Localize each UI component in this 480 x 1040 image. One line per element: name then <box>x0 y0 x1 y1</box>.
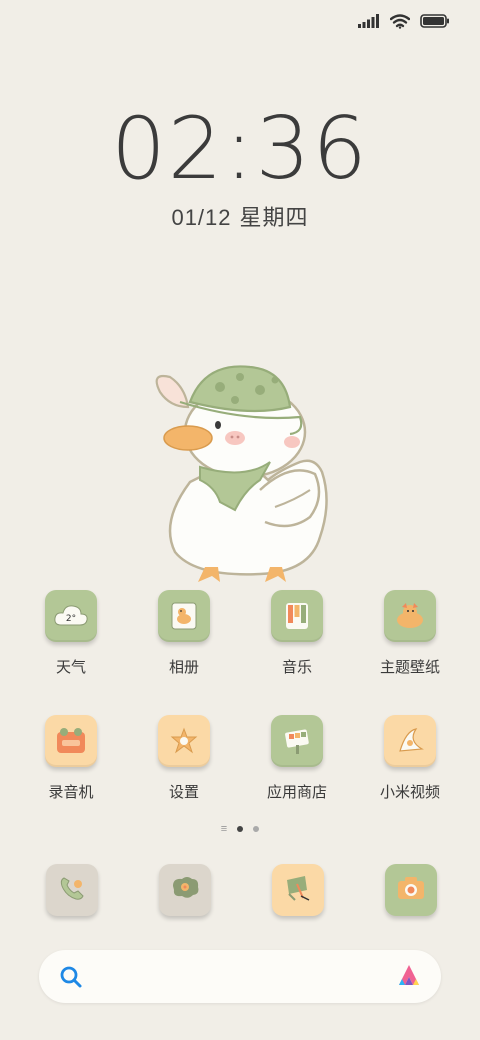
dock-messages[interactable] <box>159 864 211 916</box>
menu-lines-icon: ≡ <box>220 823 228 835</box>
themes-icon <box>384 590 436 642</box>
app-music[interactable]: 音乐 <box>247 590 347 677</box>
video-icon <box>384 715 436 767</box>
app-label: 小米视频 <box>379 784 440 801</box>
weekday-text: 星期四 <box>239 205 309 230</box>
home-screen: 02:36 01/12 星期四 2° 天气 相册 音乐 主题壁纸 录音机 设置 … <box>0 0 480 1040</box>
settings-icon <box>158 715 210 767</box>
app-label: 音乐 <box>281 659 312 676</box>
app-themes[interactable]: 主题壁纸 <box>360 590 460 677</box>
app-weather[interactable]: 2° 天气 <box>21 590 121 677</box>
camera-icon <box>394 873 428 908</box>
page-indicator[interactable]: ≡ <box>0 823 480 835</box>
app-gallery[interactable]: 相册 <box>134 590 234 677</box>
music-icon <box>271 590 323 642</box>
recorder-icon <box>45 715 97 767</box>
weather-icon: 2° <box>45 590 97 642</box>
assistant-icon[interactable] <box>395 963 423 994</box>
search-input[interactable] <box>95 960 375 993</box>
app-label: 应用商店 <box>266 784 327 801</box>
svg-text:2°: 2° <box>66 614 76 624</box>
battery-icon <box>420 14 450 28</box>
page-dot-active[interactable] <box>237 826 244 832</box>
browser-icon <box>281 872 315 909</box>
signal-icon <box>358 14 380 28</box>
app-label: 设置 <box>168 784 199 801</box>
search-icon[interactable] <box>59 965 83 994</box>
app-label: 相册 <box>168 659 199 676</box>
app-store-icon <box>271 715 323 767</box>
page-dot[interactable] <box>253 826 260 832</box>
app-label: 天气 <box>55 659 86 676</box>
wifi-icon <box>390 13 410 29</box>
dock-phone[interactable] <box>46 864 98 916</box>
app-recorder[interactable]: 录音机 <box>21 715 121 802</box>
app-settings[interactable]: 设置 <box>134 715 234 802</box>
dock-camera[interactable] <box>385 864 437 916</box>
duck-wallpaper-illustration <box>150 362 340 587</box>
date-text: 01/12 <box>171 205 232 230</box>
app-app-store[interactable]: 应用商店 <box>247 715 347 802</box>
app-label: 主题壁纸 <box>379 659 440 676</box>
messages-icon <box>168 874 202 907</box>
phone-icon <box>56 872 88 909</box>
app-label: 录音机 <box>48 784 94 801</box>
clock-date[interactable]: 01/12 星期四 <box>0 200 480 232</box>
search-bar[interactable] <box>39 950 441 1003</box>
clock-time[interactable]: 02:36 <box>0 104 480 194</box>
gallery-icon <box>158 590 210 642</box>
app-video[interactable]: 小米视频 <box>360 715 460 802</box>
dock-browser[interactable] <box>272 864 324 916</box>
status-bar <box>358 10 450 32</box>
